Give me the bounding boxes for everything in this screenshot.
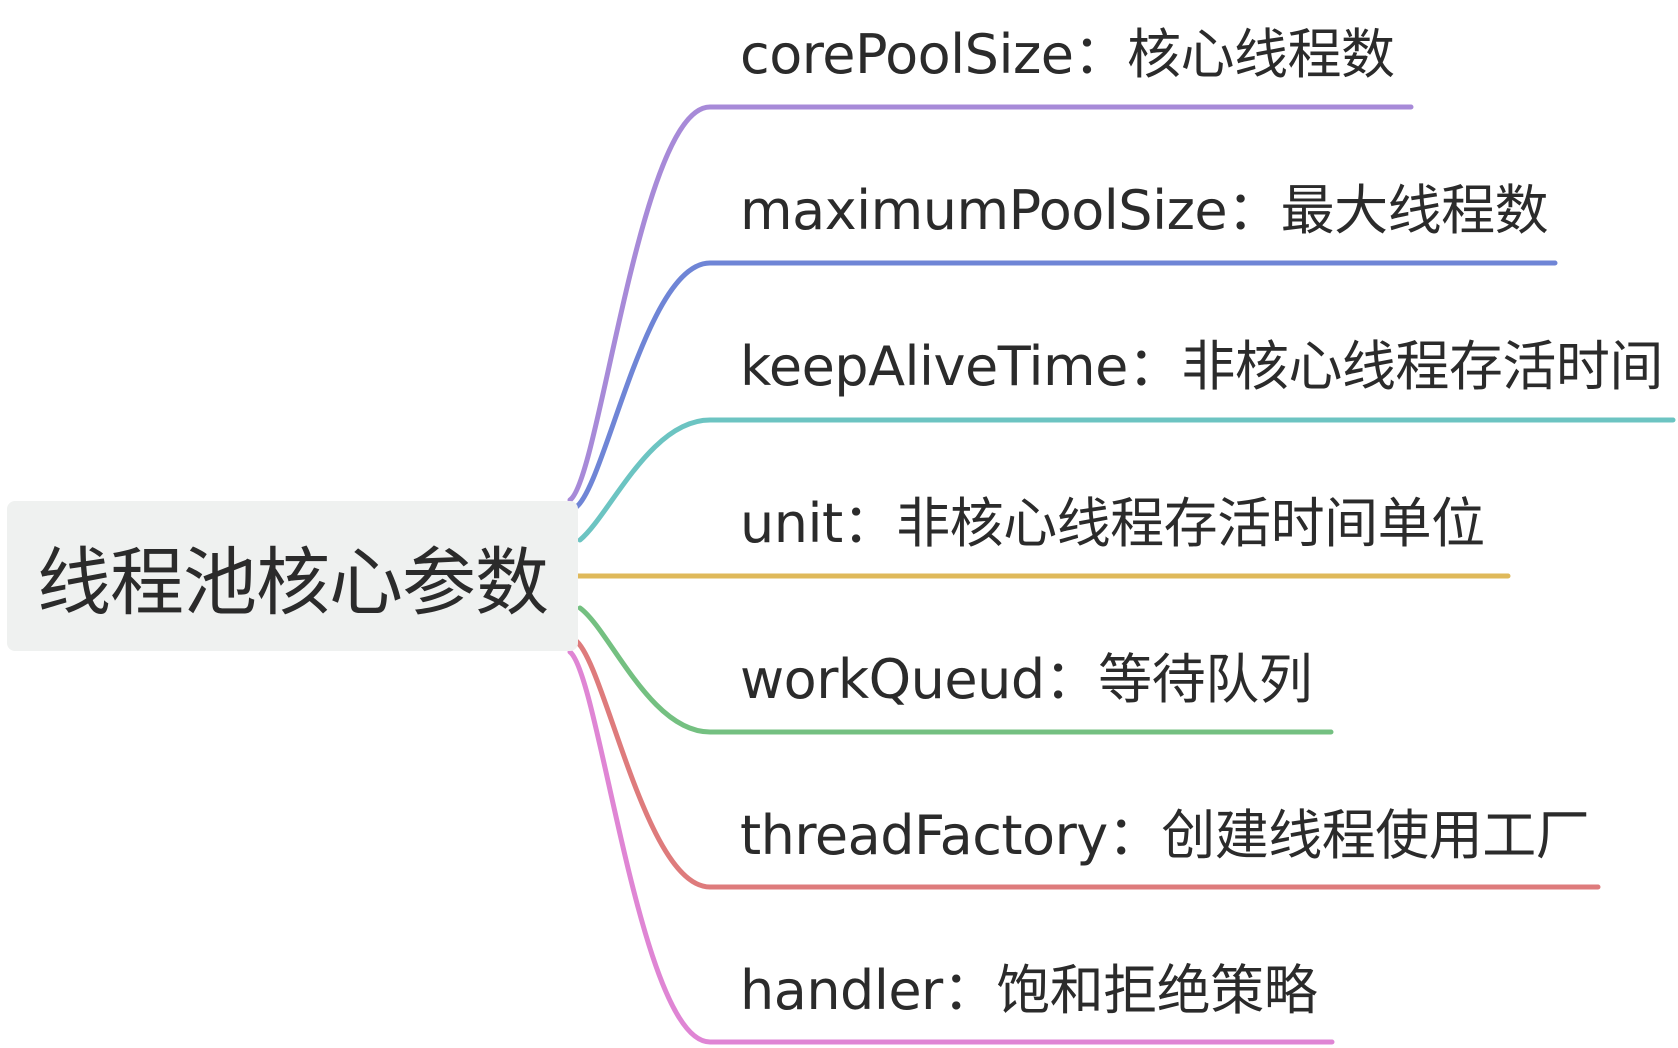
connector-line-core-pool-size xyxy=(567,104,1414,503)
branch-node-unit[interactable]: unit：非核心线程存活时间单位 xyxy=(740,497,1485,551)
branch-node-thread-factory[interactable]: threadFactory：创建线程使用工厂 xyxy=(740,809,1590,863)
root-node-label: 线程池核心参数 xyxy=(37,539,549,626)
branch-node-keep-alive-time[interactable]: keepAliveTime：非核心线程存活时间 xyxy=(740,340,1663,394)
branch-node-work-queue[interactable]: workQueud：等待队列 xyxy=(740,653,1313,707)
branch-node-handler[interactable]: handler：饱和拒绝策略 xyxy=(740,964,1318,1018)
branch-node-core-pool-size[interactable]: corePoolSize：核心线程数 xyxy=(740,28,1395,82)
branch-node-maximum-pool-size[interactable]: maximumPoolSize：最大线程数 xyxy=(740,184,1549,238)
